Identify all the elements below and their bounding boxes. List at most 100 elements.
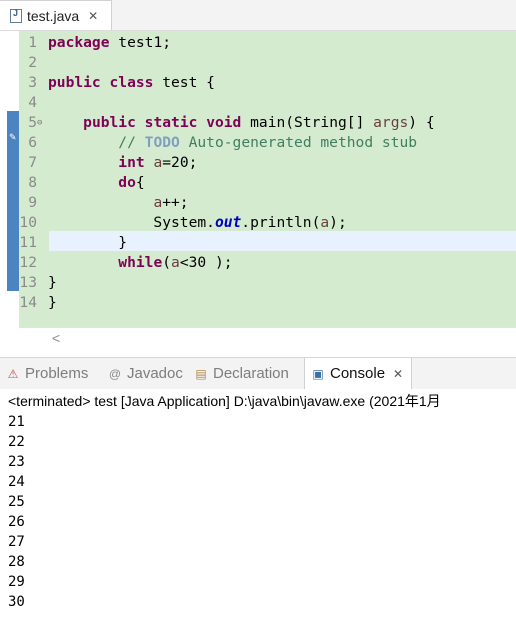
code-token: a <box>153 154 163 171</box>
code-line[interactable]: 13} <box>19 273 516 293</box>
tab-console-label: Console <box>330 365 386 382</box>
code-token: Auto-generated method stub <box>179 134 418 151</box>
line-number: 1 <box>28 34 37 51</box>
scroll-left-arrow-icon[interactable]: < <box>52 330 60 346</box>
code-line[interactable]: 6 // TODO Auto-generated method stub <box>19 133 516 153</box>
code-line[interactable]: 1 package test1; <box>19 33 516 53</box>
line-number: 2 <box>28 54 37 71</box>
line-number: 12 <box>19 254 37 271</box>
code-token: args <box>373 114 409 131</box>
code-token: ); <box>329 214 347 231</box>
task-marker-icon[interactable]: ✎ <box>9 133 17 142</box>
console-line: 26 <box>8 514 25 530</box>
code-token: while <box>118 254 163 271</box>
code-token: ) { <box>408 114 435 131</box>
code-token: static <box>144 114 198 131</box>
code-line[interactable]: 7 int a=20; <box>19 153 516 173</box>
code-token: void <box>206 114 242 131</box>
line-number: 5 <box>28 114 37 131</box>
code-lines: 1 package test1; 2 3 public class test { 4 5 ⊖ … <box>19 33 516 313</box>
fold-toggle-icon[interactable]: ⊖ <box>37 113 42 133</box>
code-token: test { <box>153 74 215 91</box>
code-token: ++; <box>162 194 189 211</box>
java-file-icon <box>10 8 22 23</box>
console-status: <terminated> test [Java Application] D:\… <box>8 393 441 409</box>
code-line[interactable]: 12 while(a<30 ); <box>19 253 516 273</box>
code-token: } <box>48 234 128 251</box>
console-icon: ▣ <box>312 366 324 381</box>
console-output: 21 22 23 24 25 26 27 28 29 30 <box>8 412 25 612</box>
tab-javadoc[interactable]: @ Javadoc <box>108 358 183 389</box>
code-token: =20; <box>162 154 198 171</box>
tab-problems[interactable]: ⚠ Problems <box>6 358 89 389</box>
code-token: } <box>48 294 57 311</box>
overview-ruler[interactable]: ✎ <box>7 111 19 291</box>
tab-console[interactable]: ▣ Console ✕ <box>304 358 413 389</box>
code-token: out <box>214 214 242 231</box>
tab-test-java[interactable]: test.java ✕ <box>0 0 112 30</box>
line-number: 11 <box>19 234 37 251</box>
tab-problems-label: Problems <box>25 365 89 382</box>
javadoc-icon: @ <box>108 366 122 381</box>
tab-javadoc-label: Javadoc <box>127 365 183 382</box>
line-number: 4 <box>28 94 37 111</box>
tab-declaration-label: Declaration <box>213 365 289 382</box>
code-token: public <box>48 74 101 91</box>
line-number: 3 <box>28 74 37 91</box>
console-line: 30 <box>8 594 25 610</box>
code-token: .println( <box>241 214 321 231</box>
console-line: 25 <box>8 494 25 510</box>
code-token: a <box>153 194 163 211</box>
console-view[interactable]: <terminated> test [Java Application] D:\… <box>0 389 516 630</box>
code-line[interactable]: 2 <box>19 53 516 73</box>
code-line[interactable]: 5 ⊖ public static void main(String[] args… <box>19 113 516 133</box>
declaration-icon: ▤ <box>195 366 207 381</box>
code-token: ( <box>162 254 172 271</box>
code-token: test1; <box>109 34 172 51</box>
code-token: } <box>48 274 57 291</box>
code-line[interactable]: 3 public class test { <box>19 73 516 93</box>
code-line[interactable]: 9 a++; <box>19 193 516 213</box>
tab-declaration[interactable]: ▤ Declaration <box>194 358 289 389</box>
code-line[interactable]: 14} <box>19 293 516 313</box>
console-line: 21 <box>8 414 25 430</box>
code-token: public <box>83 114 136 131</box>
close-icon[interactable]: ✕ <box>393 367 403 381</box>
problems-icon: ⚠ <box>7 366 19 381</box>
line-number: 6 <box>28 134 37 151</box>
console-line: 28 <box>8 554 25 570</box>
code-token: a <box>171 254 180 271</box>
console-line: 22 <box>8 434 25 450</box>
code-token: <30 ); <box>179 254 233 271</box>
console-line: 27 <box>8 534 25 550</box>
view-tab-bar: ⚠ Problems @ Javadoc ▤ Declaration ▣ Con… <box>0 357 516 390</box>
console-line: 23 <box>8 454 25 470</box>
code-line[interactable]: 8 do{ <box>19 173 516 193</box>
code-token: package <box>48 34 110 51</box>
line-number: 8 <box>28 174 37 191</box>
console-line: 29 <box>8 574 25 590</box>
code-token: class <box>109 74 154 91</box>
code-token: main(String[] <box>241 114 374 131</box>
code-token: { <box>135 174 145 191</box>
line-number: 10 <box>19 214 37 231</box>
console-line: 24 <box>8 474 25 490</box>
close-icon[interactable]: ✕ <box>88 9 98 23</box>
code-editor[interactable]: ✎ 1 package test1; 2 3 public class test { 4 5… <box>0 31 516 352</box>
code-token: System. <box>48 214 215 231</box>
code-line[interactable]: 4 <box>19 93 516 113</box>
code-token: do <box>118 174 136 191</box>
tab-title: test.java <box>27 7 80 24</box>
code-line[interactable]: 10 System.out.println(a); <box>19 213 516 233</box>
horizontal-scrollbar[interactable]: < <box>19 327 516 352</box>
code-line[interactable]: 11 } <box>19 233 516 253</box>
